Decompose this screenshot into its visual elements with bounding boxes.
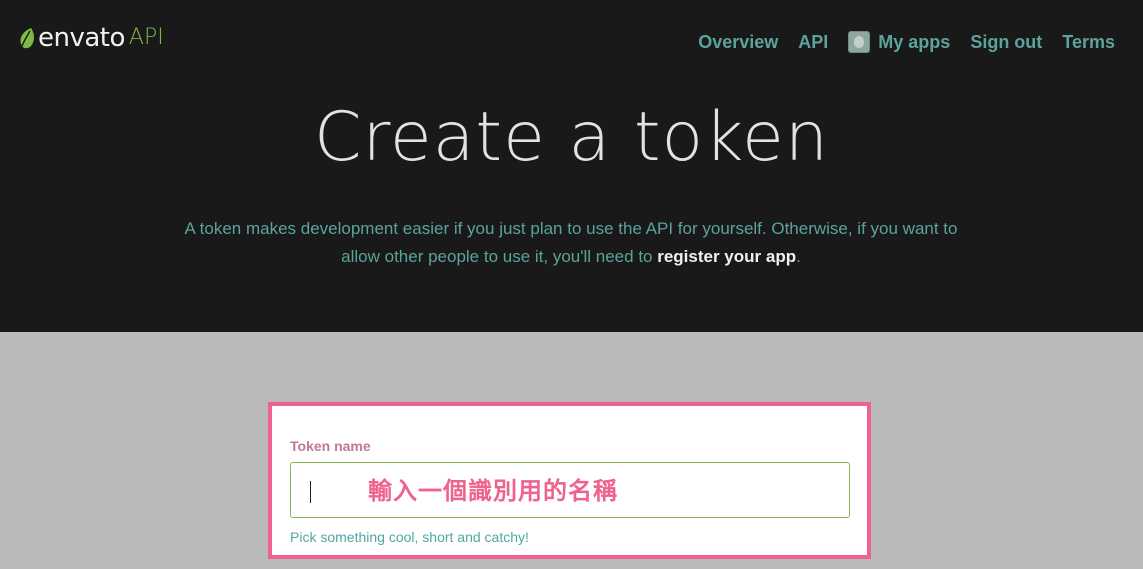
intro-text: A token makes development easier if you … <box>171 215 971 271</box>
nav-my-apps-label: My apps <box>878 31 951 52</box>
nav-api-link[interactable]: API <box>798 32 828 53</box>
nav-overview-link[interactable]: Overview <box>698 32 778 53</box>
register-app-link[interactable]: register your app <box>657 247 796 266</box>
logo-api-suffix: API <box>128 25 164 50</box>
token-form-card: Token name 輸入一個識別用的名稱 Pick something coo… <box>268 402 871 559</box>
user-avatar-icon <box>848 31 871 53</box>
logo-wordmark: envato <box>38 23 125 53</box>
intro-body: A token makes development easier if you … <box>184 219 958 266</box>
intro-end: . <box>796 247 801 266</box>
token-name-label: Token name <box>290 438 371 454</box>
envato-api-logo[interactable]: envato API <box>16 20 164 56</box>
envato-leaf-icon <box>20 28 34 49</box>
token-name-hint: Pick something cool, short and catchy! <box>290 529 529 545</box>
nav-sign-out-link[interactable]: Sign out <box>970 32 1042 53</box>
page-header: envato API Overview API My apps Sign out… <box>0 0 1143 332</box>
text-caret <box>310 481 311 503</box>
token-name-input[interactable] <box>290 462 850 518</box>
nav-terms-link[interactable]: Terms <box>1062 32 1115 53</box>
page-title: Create a token <box>313 98 829 177</box>
top-nav: Overview API My apps Sign out Terms <box>698 28 1115 56</box>
nav-my-apps-link[interactable]: My apps <box>848 31 950 53</box>
